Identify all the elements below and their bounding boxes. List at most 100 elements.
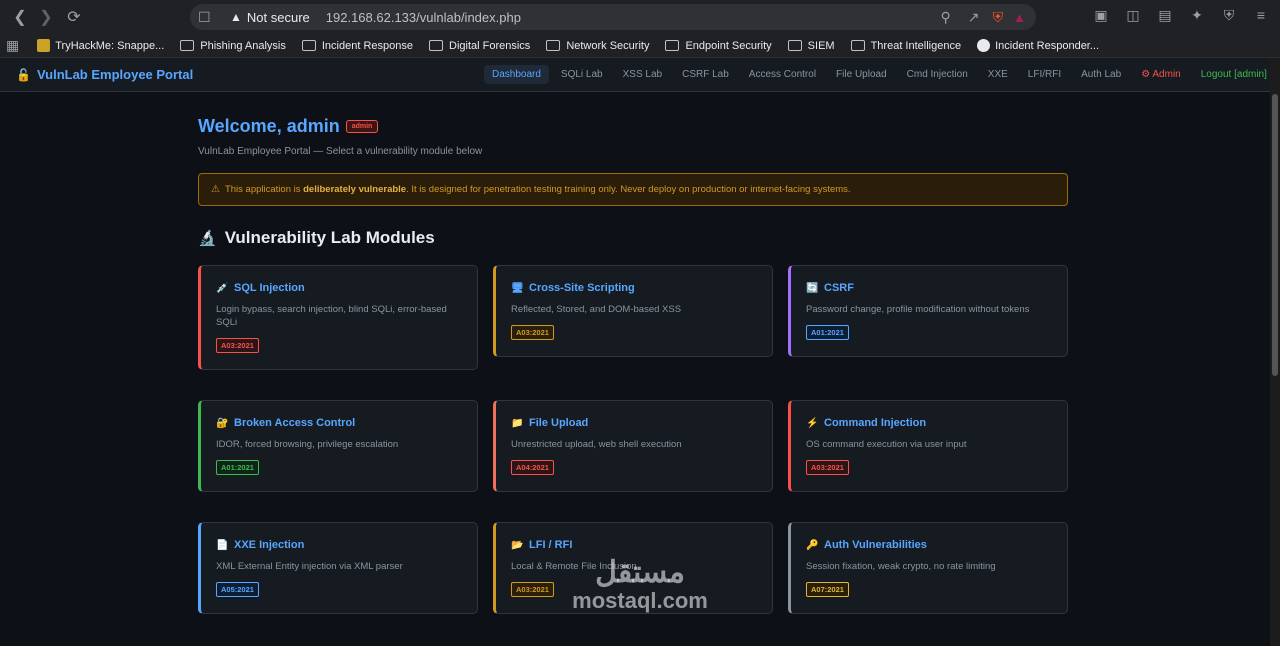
lightning-icon: ⚡ (806, 417, 819, 429)
owasp-badge: A04:2021 (511, 460, 554, 475)
module-description: OS command execution via user input (806, 439, 967, 450)
module-card[interactable]: 🖥 Cross-Site Scripting Reflected, Stored, … (493, 265, 773, 357)
folder-icon (850, 40, 865, 51)
owasp-badge: A03:2021 (511, 582, 554, 597)
sidebar-icon[interactable]: ◫ (1124, 7, 1142, 24)
folder-icon: 📁 (511, 417, 524, 429)
open-folder-icon: 📂 (511, 539, 524, 551)
bookmark-label: Phishing Analysis (200, 39, 286, 52)
back-icon[interactable]: ❮ (8, 5, 32, 29)
bookmark-item[interactable]: TryHackMe: Snappe... (37, 39, 164, 52)
bookmark-icon[interactable]: ☐ (198, 9, 222, 26)
module-card[interactable]: 🔄 CSRF Password change, profile modificati… (788, 265, 1068, 357)
module-title-text: CSRF (824, 282, 854, 294)
bookmark-label: SIEM (807, 39, 835, 52)
share-icon[interactable]: ↗ (965, 9, 983, 26)
module-card[interactable]: 💉 SQL Injection Login bypass, search injec… (198, 265, 478, 370)
nav-link-dashboard[interactable]: Dashboard (484, 65, 549, 84)
nav-link-cmd-injection[interactable]: Cmd Injection (899, 65, 976, 84)
security-indicator[interactable]: ▲ Not secure (230, 10, 310, 25)
bookmark-item[interactable]: Endpoint Security (665, 39, 772, 52)
unlocked-icon: 🔓 (16, 67, 31, 82)
section-title-text: Vulnerability Lab Modules (224, 228, 435, 247)
page-scrollbar[interactable] (1270, 58, 1280, 646)
bookmark-label: Endpoint Security (685, 39, 772, 52)
module-card[interactable]: ⚡ Command Injection OS command execution v… (788, 400, 1068, 492)
bookmark-item[interactable]: Threat Intelligence (850, 40, 961, 52)
owasp-badge: A03:2021 (806, 460, 849, 475)
browser-toolbar: ❮ ❯ ⟳ ☐ ▲ Not secure 192.168.62.133/vuln… (0, 0, 1280, 34)
address-bar[interactable]: ☐ ▲ Not secure 192.168.62.133/vulnlab/in… (190, 4, 1036, 30)
alert-bold: deliberately vulnerable (303, 184, 407, 195)
nav-link-auth-lab[interactable]: Auth Lab (1073, 65, 1129, 84)
bookmark-item[interactable]: SIEM (787, 39, 835, 52)
owasp-badge: A03:2021 (511, 325, 554, 340)
module-card[interactable]: 📄 XXE Injection XML External Entity inject… (198, 522, 478, 614)
brave-shield-icon[interactable]: ⛨ (993, 9, 1004, 26)
reader-mode-icon[interactable]: ▣ (1092, 7, 1110, 24)
warning-icon: ⚠ (211, 184, 220, 195)
folder-icon (665, 40, 680, 51)
module-title[interactable]: 📄 XXE Injection (216, 539, 461, 551)
module-card[interactable]: 📂 LFI / RFI Local & Remote File Inclusion A… (493, 522, 773, 614)
wallet-icon[interactable]: ▤ (1156, 7, 1174, 24)
nav-link-logout-admin[interactable]: Logout [admin] (1193, 65, 1275, 84)
nav-link-csrf-lab[interactable]: CSRF Lab (674, 65, 737, 84)
module-title[interactable]: 🖥 Cross-Site Scripting (511, 282, 756, 294)
bookmark-item[interactable]: Phishing Analysis (180, 40, 286, 52)
warning-alert: ⚠ This application is deliberately vulne… (198, 173, 1068, 206)
reload-icon[interactable]: ⟳ (62, 5, 86, 29)
module-description: Login bypass, search injection, blind SQ… (216, 304, 447, 328)
folder-icon (180, 40, 195, 51)
nav-links: Dashboard SQLi Lab XSS Lab CSRF Lab Access C… (484, 65, 1279, 84)
module-description: XML External Entity injection via XML pa… (216, 561, 403, 572)
menu-icon[interactable]: ≡ (1252, 7, 1270, 24)
module-title-text: XXE Injection (234, 539, 305, 551)
brand-title: VulnLab Employee Portal (36, 67, 194, 82)
lock-icon: 🔐 (216, 417, 229, 429)
nav-link-xss-lab[interactable]: XSS Lab (615, 65, 670, 84)
module-title[interactable]: 🔄 CSRF (806, 282, 1051, 294)
forward-icon[interactable]: ❯ (34, 5, 58, 29)
nav-link-file-upload[interactable]: File Upload (828, 65, 895, 84)
nav-link-admin[interactable]: ⚙ Admin (1133, 65, 1189, 84)
module-title-text: LFI / RFI (529, 539, 573, 551)
app-navbar: 🔓 VulnLab Employee Portal Dashboard SQLi … (0, 58, 1280, 92)
nav-link-lfi-rfi[interactable]: LFI/RFI (1020, 65, 1069, 84)
module-title[interactable]: 🔐 Broken Access Control (216, 417, 461, 429)
page-title: Welcome, admin (198, 116, 340, 136)
document-icon: 📄 (216, 539, 229, 551)
vpn-icon[interactable]: ⛨ (1220, 7, 1238, 24)
nav-link-access-control[interactable]: Access Control (741, 65, 824, 84)
nav-link-sqli-lab[interactable]: SQLi Lab (553, 65, 611, 84)
module-card[interactable]: 📁 File Upload Unrestricted upload, web she… (493, 400, 773, 492)
bookmark-item[interactable]: Network Security (546, 40, 649, 52)
bookmark-item[interactable]: Incident Response (301, 40, 413, 52)
module-description: Unrestricted upload, web shell execution (511, 439, 682, 450)
module-card[interactable]: 🔐 Broken Access Control IDOR, forced brows… (198, 400, 478, 492)
module-title-text: SQL Injection (234, 282, 305, 294)
brand-link[interactable]: 🔓 VulnLab Employee Portal (16, 67, 193, 82)
apps-grid-icon[interactable]: ▦ (6, 37, 19, 54)
module-title[interactable]: ⚡ Command Injection (806, 417, 1051, 429)
module-title-text: File Upload (529, 417, 589, 429)
leo-ai-icon[interactable]: ✦ (1188, 7, 1206, 24)
bookmark-item[interactable]: Incident Responder... (977, 39, 1099, 52)
module-title-text: Broken Access Control (234, 417, 356, 429)
module-description: IDOR, forced browsing, privilege escalat… (216, 439, 399, 450)
folder-icon (301, 40, 316, 51)
scrollbar-thumb[interactable] (1272, 94, 1278, 376)
nav-link-xxe[interactable]: XXE (980, 65, 1016, 84)
bookmark-label: Incident Responder... (995, 39, 1100, 52)
rewards-icon[interactable]: ▲ (1013, 10, 1026, 25)
module-card[interactable]: 🔑 Auth Vulnerabilities Session fixation, w… (788, 522, 1068, 614)
module-title[interactable]: 🔑 Auth Vulnerabilities (806, 539, 1051, 551)
url-text[interactable]: 192.168.62.133/vulnlab/index.php (326, 10, 521, 25)
module-title[interactable]: 📂 LFI / RFI (511, 539, 756, 551)
bookmark-item[interactable]: Digital Forensics (429, 40, 530, 52)
module-title[interactable]: 📁 File Upload (511, 417, 756, 429)
folder-icon (429, 40, 443, 51)
zoom-icon[interactable]: ⚲ (937, 9, 955, 26)
module-title[interactable]: 💉 SQL Injection (216, 282, 461, 294)
module-description: Password change, profile modification wi… (806, 304, 1030, 315)
